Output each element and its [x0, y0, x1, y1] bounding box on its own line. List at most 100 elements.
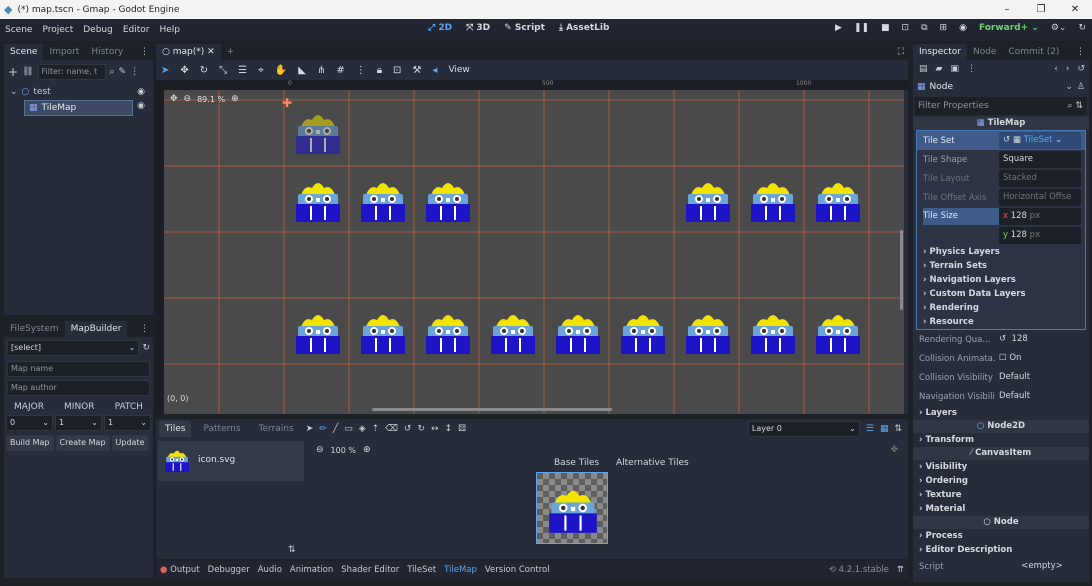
tab-debugger[interactable]: Debugger — [208, 565, 250, 575]
tab-history[interactable]: History — [85, 44, 129, 60]
tab-patterns[interactable]: Patterns — [197, 421, 246, 437]
flip-v-icon[interactable]: ↕ — [445, 424, 453, 434]
more-icon[interactable]: ⋮ — [130, 67, 139, 77]
script-property[interactable]: Script <empty> — [913, 557, 1089, 576]
zoom-in-button[interactable]: ⊕ — [363, 445, 371, 455]
smart-snap-icon[interactable]: ⋔ — [317, 65, 325, 76]
tile-layout-select[interactable]: Stacked — [999, 170, 1081, 187]
tile-shape-property[interactable]: Tile Shape Square — [917, 150, 1085, 169]
grid-toggle-icon[interactable]: ▦ — [880, 424, 889, 434]
menu-help[interactable]: Help — [155, 25, 186, 35]
rect-tool-icon[interactable]: ▭ — [344, 424, 353, 434]
tile-set-property[interactable]: Tile Set ↺ ▦ TileSet ⌄ — [917, 131, 1085, 150]
menu-project[interactable]: Project — [37, 25, 78, 35]
dock-menu-icon[interactable]: ⋮ — [140, 324, 153, 334]
flip-h-icon[interactable]: ↔ — [431, 424, 439, 434]
section-rendering[interactable]: › Rendering — [917, 301, 1085, 315]
history-forward-icon[interactable]: › — [1066, 64, 1070, 74]
close-button[interactable]: ✕ — [1058, 0, 1092, 19]
line-tool-icon[interactable]: ╱ — [333, 424, 338, 434]
rendering-quadrant-spin[interactable]: ↺ 128 — [995, 331, 1085, 348]
node-properties-icon[interactable]: ♙ — [1077, 82, 1089, 92]
open-resource-icon[interactable]: ▰ — [936, 64, 943, 74]
section-layers[interactable]: › Layers — [913, 406, 1089, 420]
collision-animatable-property[interactable]: Collision Animata... ☐ On — [913, 349, 1089, 368]
rotate-left-icon[interactable]: ↺ — [404, 424, 412, 434]
play-custom-icon[interactable]: ⊞ — [940, 23, 948, 33]
new-resource-icon[interactable]: ▤ — [919, 64, 928, 74]
tile-offset-axis-select[interactable]: Horizontal Offse — [999, 189, 1081, 206]
layer-select[interactable]: Layer 0 ⌄ — [747, 421, 860, 437]
dock-menu-icon[interactable]: ⋮ — [1076, 47, 1089, 57]
remote-debug-icon[interactable]: ⊡ — [902, 23, 910, 33]
eraser-icon[interactable]: ⌫ — [385, 424, 398, 434]
play-icon[interactable]: ▶ — [835, 23, 842, 33]
reload-icon[interactable]: ↻ — [142, 343, 150, 353]
menu-editor[interactable]: Editor — [118, 25, 155, 35]
workspace-assetlib[interactable]: ⤓ AssetLib — [559, 23, 609, 33]
scale-tool-icon[interactable]: ⤡ — [219, 65, 227, 76]
tab-animation[interactable]: Animation — [290, 565, 333, 575]
maximize-button[interactable]: ❐ — [1024, 0, 1058, 19]
minor-spin[interactable]: 1 ⌄ — [55, 415, 102, 431]
pause-icon[interactable]: ❚❚ — [854, 23, 869, 33]
random-tile-icon[interactable]: ⚄ — [458, 424, 466, 434]
horizontal-scrollbar[interactable] — [372, 408, 612, 411]
workspace-2d[interactable]: ⤢ 2D — [428, 23, 452, 33]
visibility-eye-icon[interactable]: ◉ — [137, 87, 153, 97]
resource-menu-icon[interactable]: ⋮ — [967, 64, 976, 74]
highlight-layer-icon[interactable]: ☰ — [866, 424, 874, 434]
sort-icon[interactable]: ⇅ — [894, 424, 908, 434]
section-ordering[interactable]: › Ordering — [913, 474, 1089, 488]
tab-mapbuilder[interactable]: MapBuilder — [64, 321, 128, 337]
section-editor-description[interactable]: › Editor Description — [913, 543, 1089, 557]
build-map-button[interactable]: Build Map — [6, 435, 54, 451]
picker-icon[interactable]: ⇡ — [372, 424, 380, 434]
snap-options-icon[interactable]: ⋮ — [356, 65, 366, 76]
stop-icon[interactable]: ■ — [881, 23, 890, 33]
tab-tiles[interactable]: Tiles — [159, 421, 192, 437]
zoom-level[interactable]: 89.1 % — [197, 95, 225, 104]
tile-shape-select[interactable]: Square — [999, 151, 1081, 168]
visibility-eye-icon[interactable]: ◉ — [137, 101, 145, 111]
pan-tool-icon[interactable]: ✋ — [275, 65, 287, 76]
tab-tileset[interactable]: TileSet — [407, 565, 436, 575]
tile-layout-property[interactable]: Tile Layout Stacked — [917, 169, 1085, 188]
tab-audio[interactable]: Audio — [258, 565, 282, 575]
bucket-tool-icon[interactable]: ◈ — [359, 424, 366, 434]
chevron-down-icon[interactable]: ⌄ — [1065, 82, 1073, 92]
select-tool-icon[interactable]: ➤ — [161, 65, 169, 76]
menu-debug[interactable]: Debug — [78, 25, 118, 35]
major-spin[interactable]: 0 ⌄ — [6, 415, 53, 431]
section-visibility[interactable]: › Visibility — [913, 460, 1089, 474]
section-navigation-layers[interactable]: › Navigation Layers — [917, 273, 1085, 287]
tab-terrains[interactable]: Terrains — [253, 421, 300, 437]
tree-item-tilemap[interactable]: ▦ TileMap — [24, 100, 133, 116]
map-name-input[interactable]: Map name — [7, 361, 150, 377]
movie-icon[interactable]: ◉ — [959, 23, 967, 33]
section-texture[interactable]: › Texture — [913, 488, 1089, 502]
tab-tilemap[interactable]: TileMap — [444, 565, 477, 575]
script-resource-button[interactable]: <empty> — [995, 558, 1085, 575]
ruler-tool-icon[interactable]: ◣ — [298, 65, 306, 76]
section-custom-data-layers[interactable]: › Custom Data Layers — [917, 287, 1085, 301]
renderer-select[interactable]: Forward+ ⌄ — [979, 23, 1039, 33]
tab-node[interactable]: Node — [967, 44, 1003, 60]
camera-override-icon[interactable]: ◂ — [432, 65, 437, 76]
tab-commit[interactable]: Commit (2) — [1002, 44, 1065, 60]
tile-offset-axis-property[interactable]: Tile Offset Axis Horizontal Offse — [917, 188, 1085, 207]
patch-spin[interactable]: 1 ⌄ — [104, 415, 151, 431]
section-resource[interactable]: › Resource — [917, 315, 1085, 329]
section-physics-layers[interactable]: › Physics Layers — [917, 245, 1085, 259]
add-tab-icon[interactable]: + — [221, 44, 241, 60]
section-material[interactable]: › Material — [913, 502, 1089, 516]
update-button[interactable]: Update — [111, 435, 149, 451]
list-select-icon[interactable]: ☰ — [238, 65, 247, 76]
tileset-resource-button[interactable]: ↺ ▦ TileSet ⌄ — [999, 132, 1081, 149]
add-node-icon[interactable]: + — [8, 65, 18, 79]
rotate-tool-icon[interactable]: ↻ — [200, 65, 208, 76]
sort-sources-icon[interactable]: ⇅ — [288, 545, 296, 555]
navigation-visibility-select[interactable]: Default — [995, 388, 1085, 405]
tab-inspector[interactable]: Inspector — [913, 44, 967, 60]
paint-tool-icon[interactable]: ✏ — [319, 424, 327, 434]
